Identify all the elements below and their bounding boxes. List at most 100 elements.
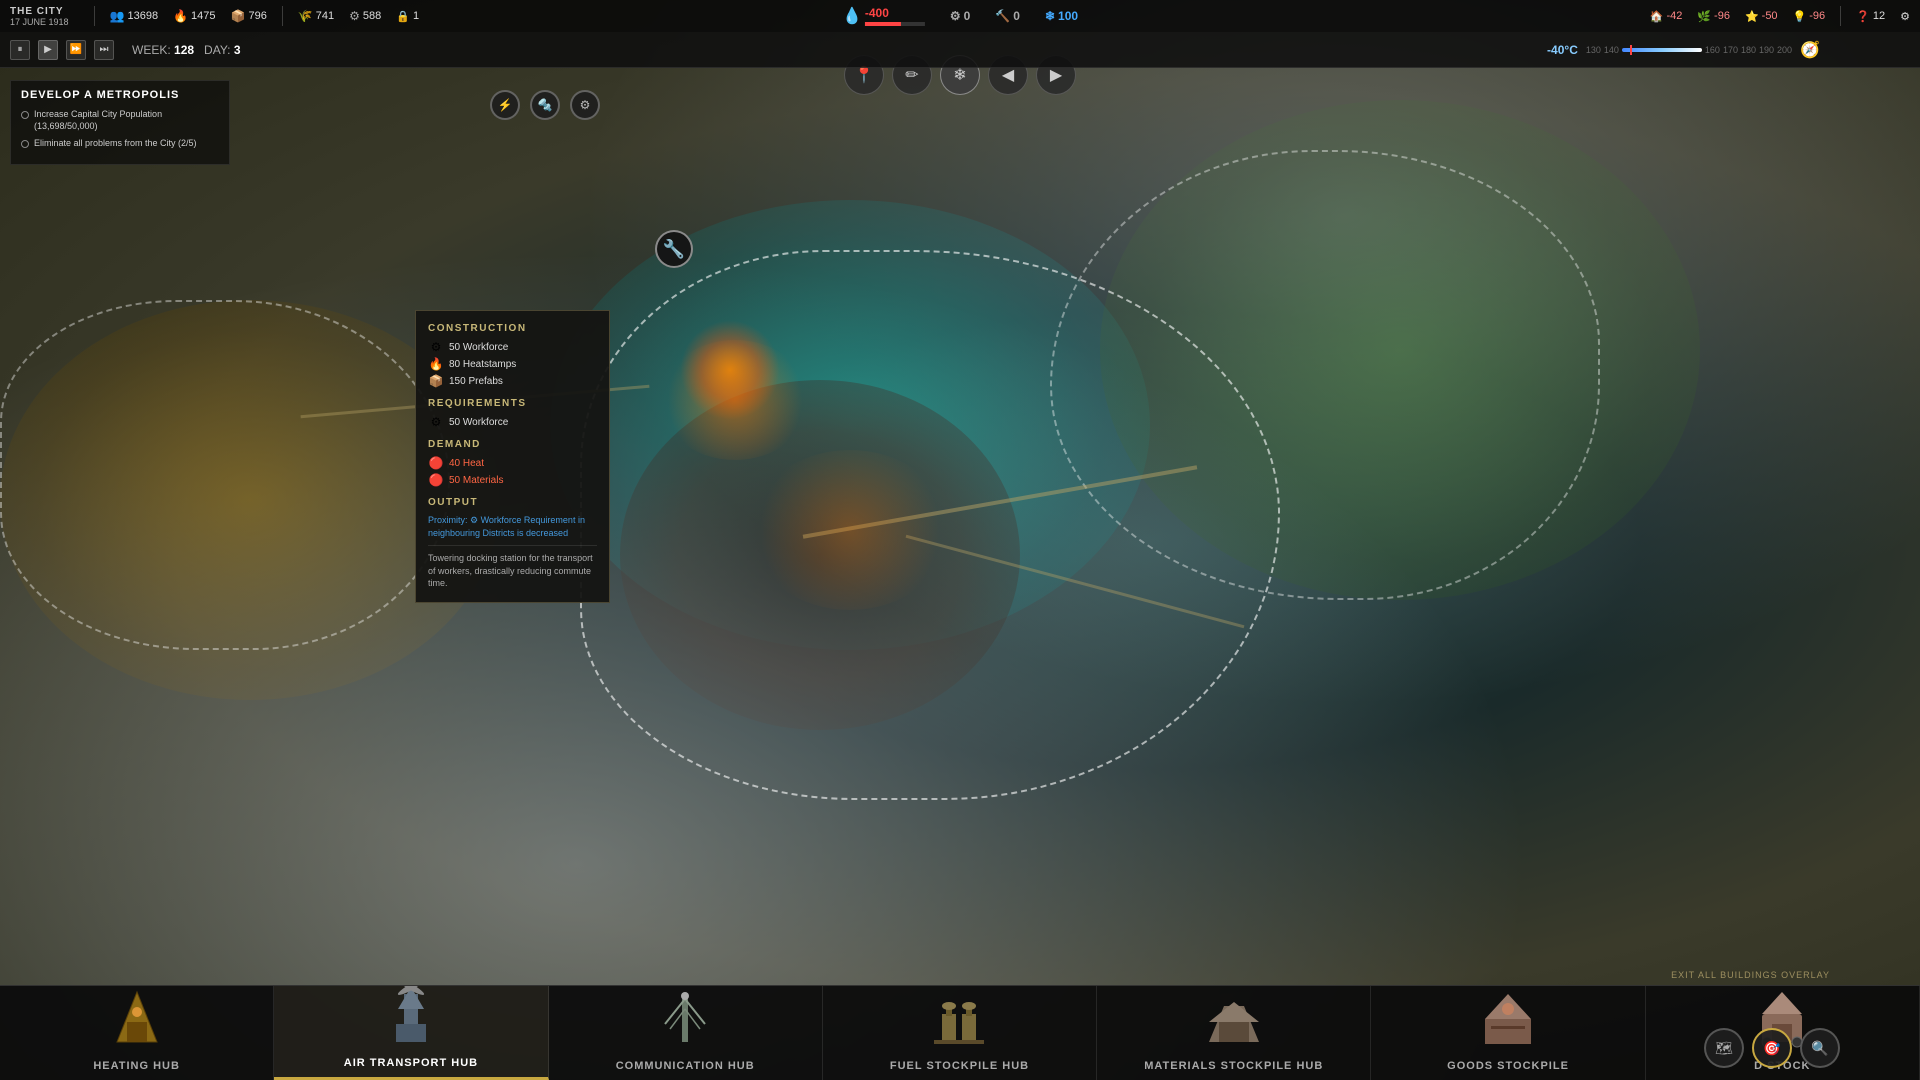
city-info: THE CITY 17 JUNE 1918	[10, 6, 69, 27]
population-icon: 👥	[110, 9, 125, 23]
requirements-stat-0: ⚙ 50 Workforce	[428, 415, 597, 429]
population-value: 13698	[128, 10, 159, 22]
fastest-btn[interactable]: ⏭	[94, 40, 114, 60]
tab-heating-hub[interactable]: HEATING HUB	[0, 986, 274, 1080]
tab-communication-hub[interactable]: COMMUNICATION HUB	[549, 986, 823, 1080]
goods-stockpile-icon	[1473, 986, 1543, 1046]
communication-icon	[650, 986, 720, 1046]
construction-workforce: 50 Workforce	[449, 342, 508, 353]
pop-flow-value: 0	[964, 9, 971, 23]
heat-deficit-value: -400	[865, 6, 925, 20]
settings-icon: ⚙	[1900, 10, 1910, 23]
heatstamps-icon-c: 🔥	[428, 357, 444, 371]
exit-overlay-label: EXIT ALL BUILDINGS OVERLAY	[1671, 970, 1830, 980]
demand-materials: 50 Materials	[449, 475, 503, 486]
temp-value: -40°C	[1547, 43, 1578, 57]
materials-stockpile-label: MATERIALS STOCKPILE HUB	[1144, 1060, 1323, 1072]
materials-icon: ⚙	[349, 9, 360, 23]
materials-stockpile-svg	[1199, 986, 1269, 1049]
target-btn[interactable]: 🎯	[1752, 1028, 1792, 1068]
circle-icon-2[interactable]: 🔩	[530, 90, 560, 120]
goods-stockpile-svg	[1473, 986, 1543, 1049]
compass-icon: 🧭	[1800, 40, 1820, 60]
pop-flow-icon: ⚙	[950, 9, 961, 23]
air-transport-label: AIR TRANSPORT HUB	[344, 1057, 478, 1069]
goods-stockpile-label: GOODS STOCKPILE	[1447, 1060, 1569, 1072]
output-text: Proximity: ⚙ Workforce Requirement in ne…	[428, 514, 597, 539]
demand-stat-1: 🔴 50 Materials	[428, 473, 597, 487]
questions-value: 12	[1873, 10, 1885, 22]
stat-4: 💡 -96	[1793, 10, 1826, 23]
questions-icon: ❓	[1856, 10, 1870, 23]
city-date: 17 JUNE 1918	[10, 17, 69, 27]
circle-icon-3[interactable]: ⚙	[570, 90, 600, 120]
stat-2-icon: 🌿	[1697, 10, 1711, 23]
food-stat: 🌾 741	[298, 9, 334, 23]
stat-3-value: -50	[1762, 10, 1778, 22]
workforce-icon-c: ⚙	[428, 340, 444, 354]
play-btn[interactable]: ▶	[38, 40, 58, 60]
objective-1-text: Increase Capital City Population (13,698…	[34, 109, 219, 132]
center-hud: 💧 -400 ⚙ 0 🔨 0 ❄ 100	[832, 0, 1088, 32]
circle-icon-1[interactable]: ⚡	[490, 90, 520, 120]
bottom-circle-buttons: 🗺 🎯 🔍	[1704, 1028, 1840, 1068]
storm-stat: ❄ 100	[1035, 0, 1088, 32]
workforce-value: 0	[1013, 9, 1020, 23]
small-circles: ⚡ 🔩 ⚙	[490, 90, 600, 120]
objective-2-bullet	[21, 140, 29, 148]
construction-prefabs: 150 Prefabs	[449, 376, 503, 387]
construction-title: CONSTRUCTION	[428, 323, 597, 334]
right-hud: 🏠 -42 🌿 -96 ⭐ -50 💡 -96 ❓ 12 ⚙	[1650, 0, 1910, 32]
workforce-icon: 🔨	[995, 9, 1010, 23]
demand-heat: 40 Heat	[449, 458, 484, 469]
stat-1: 🏠 -42	[1650, 10, 1683, 23]
day-value: 3	[234, 43, 241, 57]
objective-2: Eliminate all problems from the City (2/…	[21, 138, 219, 150]
tab-air-transport-hub[interactable]: AIR TRANSPORT HUB	[274, 986, 548, 1080]
week-value: 128	[174, 43, 194, 57]
food-value: 741	[316, 10, 334, 22]
tab-goods-stockpile[interactable]: GOODS STOCKPILE	[1371, 986, 1645, 1080]
stat-4-icon: 💡	[1793, 10, 1807, 23]
heating-hub-label: HEATING HUB	[93, 1060, 180, 1072]
requirements-title: REQUIREMENTS	[428, 398, 597, 409]
map-btn[interactable]: 🗺	[1704, 1028, 1744, 1068]
heating-hub-svg	[102, 986, 172, 1049]
objective-1-bullet	[21, 111, 29, 119]
prefabs-stat: 📦 796	[231, 9, 267, 23]
settings-btn[interactable]: ⚙	[1900, 10, 1910, 23]
heating-hub-icon	[102, 986, 172, 1046]
zoom-btn[interactable]: 🔍	[1800, 1028, 1840, 1068]
fuel-stockpile-svg	[924, 986, 994, 1049]
heat-deficit: 💧 -400	[832, 0, 935, 32]
req-workforce-icon: ⚙	[428, 415, 444, 429]
lock-value: 1	[413, 10, 419, 22]
timeline-info: WEEK: 128 DAY: 3	[132, 43, 241, 57]
pause-btn[interactable]: ⏸	[10, 40, 30, 60]
building-card: CONSTRUCTION ⚙ 50 Workforce 🔥 80 Heatsta…	[415, 310, 610, 603]
fast-fwd-btn[interactable]: ⏩	[66, 40, 86, 60]
heatstamps-value: 1475	[191, 10, 215, 22]
stat-4-value: -96	[1809, 10, 1825, 22]
tab-materials-stockpile-hub[interactable]: MATERIALS STOCKPILE HUB	[1097, 986, 1371, 1080]
communication-svg	[650, 986, 720, 1049]
storm-value: 100	[1058, 9, 1078, 23]
tab-fuel-stockpile-hub[interactable]: FUEL STOCKPILE HUB	[823, 986, 1097, 1080]
stat-1-value: -42	[1666, 10, 1682, 22]
food-icon: 🌾	[298, 9, 313, 23]
prefabs-icon-c: 📦	[428, 374, 444, 388]
heatstamps-icon: 🔥	[173, 9, 188, 23]
heat-demand-icon: 🔴	[428, 456, 444, 470]
bottom-bar: HEATING HUB AIR TRANSPORT HUB	[0, 985, 1920, 1080]
fuel-stockpile-icon	[924, 986, 994, 1046]
questions-stat: ❓ 12	[1856, 10, 1885, 23]
lock-icon: 🔒	[396, 10, 410, 23]
stat-3: ⭐ -50	[1745, 10, 1778, 23]
materials-demand-icon: 🔴	[428, 473, 444, 487]
workforce-flow: 🔨 0	[985, 0, 1030, 32]
requirements-workforce: 50 Workforce	[449, 417, 508, 428]
output-title: OUTPUT	[428, 497, 597, 508]
stat-2: 🌿 -96	[1697, 10, 1730, 23]
storm-icon: ❄	[1045, 9, 1055, 23]
wrench-map-icon[interactable]: 🔧	[655, 230, 693, 268]
